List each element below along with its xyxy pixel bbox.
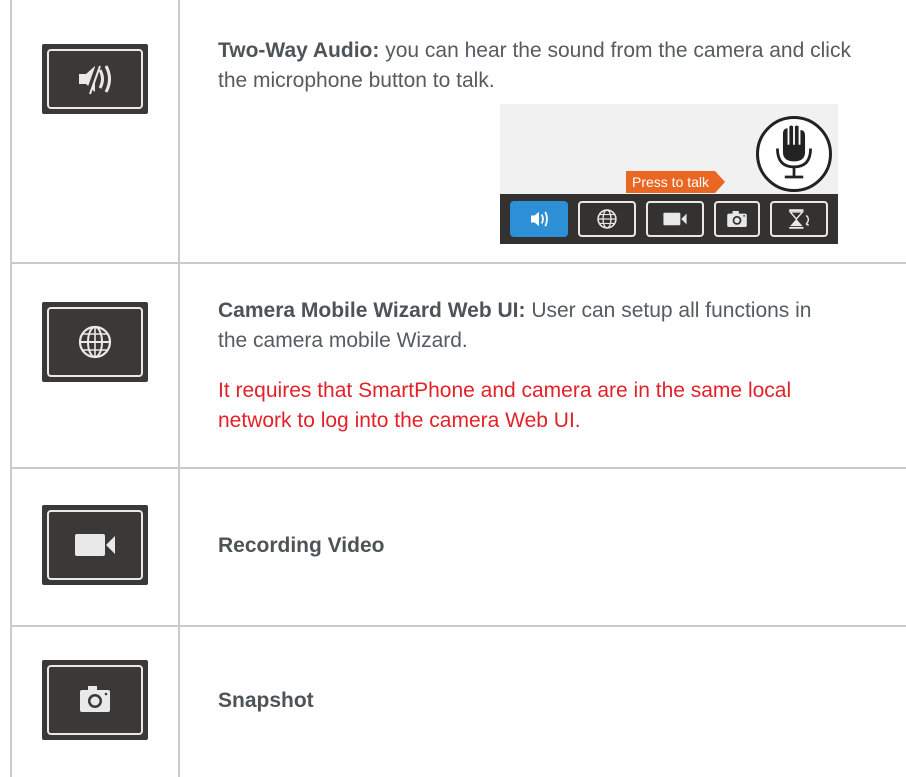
audio-screenshot: Press to talk bbox=[500, 104, 838, 244]
audio-description: Two-Way Audio: you can hear the sound fr… bbox=[218, 36, 858, 96]
webui-note: It requires that SmartPhone and camera a… bbox=[218, 379, 792, 432]
row-divider bbox=[10, 467, 906, 469]
globe-icon bbox=[42, 302, 148, 382]
table-border-left bbox=[10, 0, 12, 777]
speaker-button[interactable] bbox=[510, 201, 568, 237]
video-label: Recording Video bbox=[218, 531, 384, 561]
column-divider bbox=[178, 0, 180, 777]
speaker-mute-icon bbox=[42, 44, 148, 114]
audio-title: Two-Way Audio: bbox=[218, 39, 380, 62]
camera-icon bbox=[42, 660, 148, 740]
video-camera-icon bbox=[42, 505, 148, 585]
microphone-icon bbox=[756, 116, 832, 192]
row-divider bbox=[10, 262, 906, 264]
snapshot-button[interactable] bbox=[714, 201, 760, 237]
press-to-talk-label: Press to talk bbox=[626, 171, 726, 193]
video-title: Recording Video bbox=[218, 534, 385, 557]
webui-title: Camera Mobile Wizard Web UI: bbox=[218, 299, 526, 322]
row-divider bbox=[10, 625, 906, 627]
webui-description: Camera Mobile Wizard Web UI: User can se… bbox=[218, 296, 838, 356]
snapshot-title: Snapshot bbox=[218, 689, 314, 712]
globe-button[interactable] bbox=[578, 201, 636, 237]
toolbar bbox=[500, 194, 838, 244]
flip-button[interactable] bbox=[770, 201, 828, 237]
video-button[interactable] bbox=[646, 201, 704, 237]
snapshot-label: Snapshot bbox=[218, 686, 314, 716]
feature-table: Two-Way Audio: you can hear the sound fr… bbox=[10, 0, 906, 777]
